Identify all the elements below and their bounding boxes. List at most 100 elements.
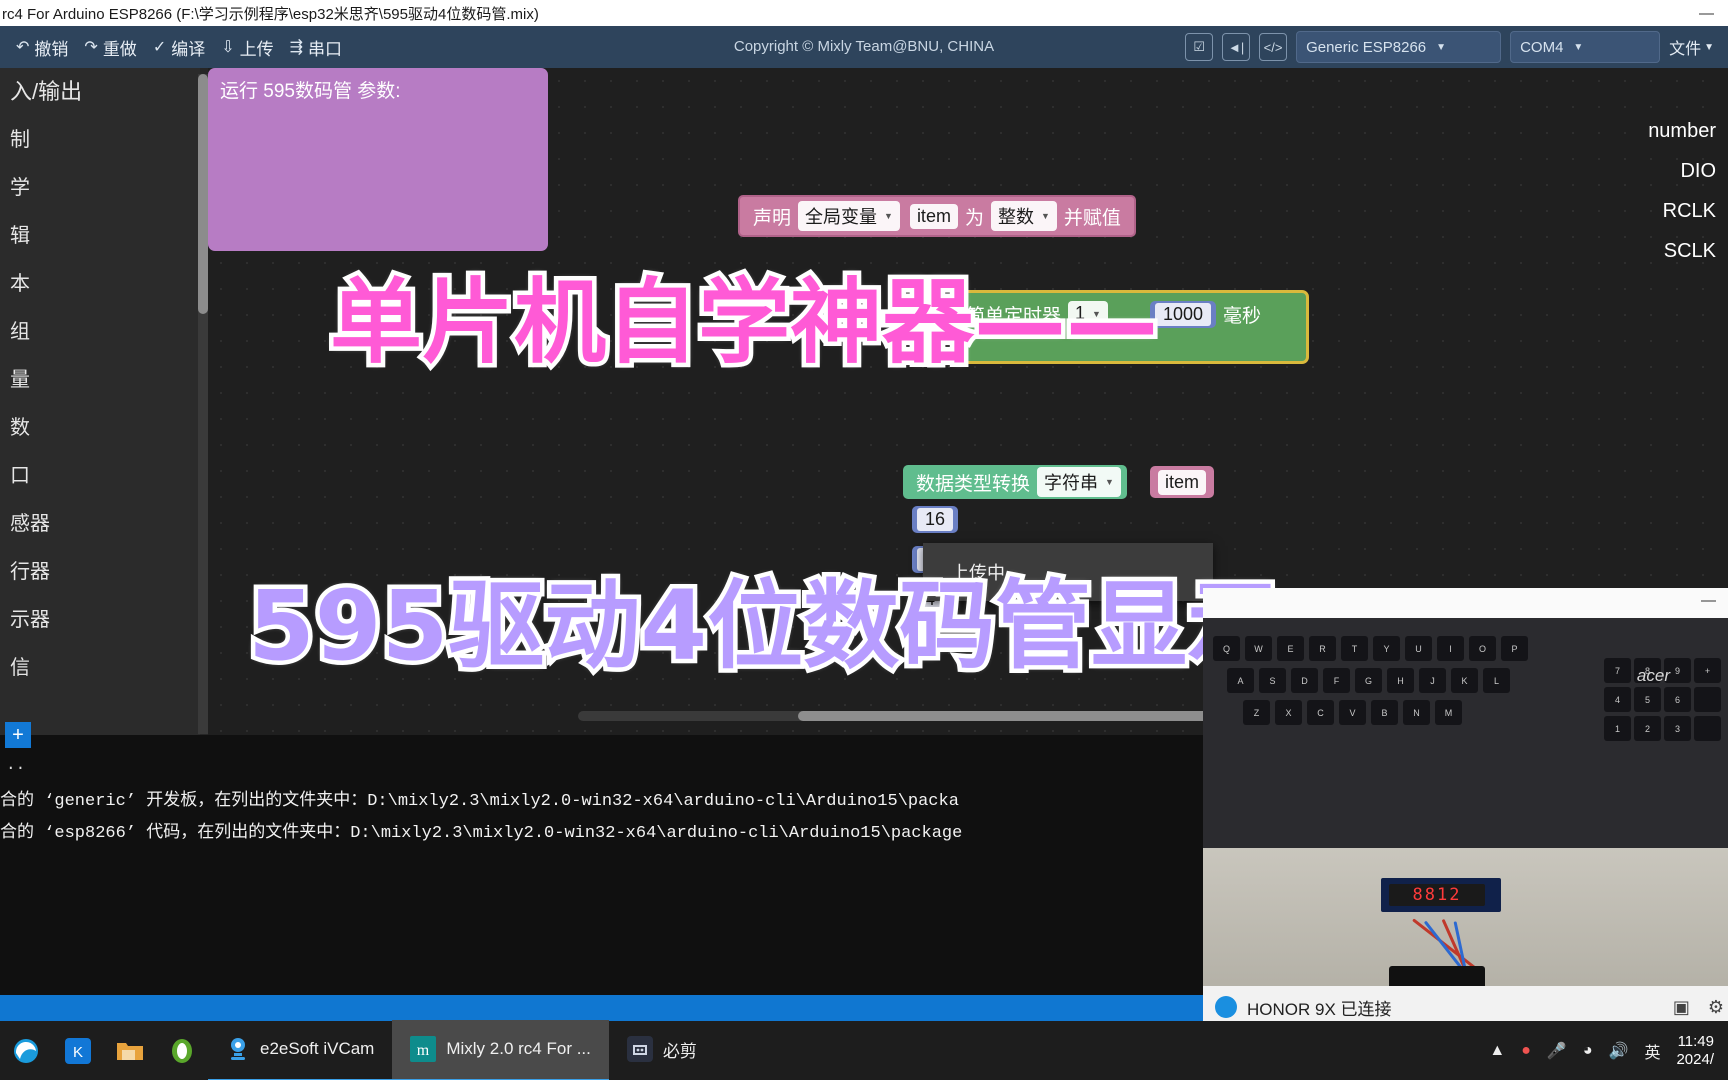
sidebar-item-serial[interactable]: 口 — [0, 452, 200, 500]
timer-index-dropdown[interactable]: 1 ▼ — [1068, 301, 1108, 326]
board-select[interactable]: Generic ESP8266 ▼ — [1296, 31, 1502, 63]
camera-icon — [231, 1038, 245, 1060]
keyboard-key: 7 — [1604, 658, 1631, 683]
sidebar-item-variable[interactable]: 量 — [0, 356, 200, 404]
console-line: 合的 ‘esp8266’ 代码，在列出的文件夹中：D:\mixly2.3\mix… — [0, 824, 963, 843]
declare-type-dropdown[interactable]: 整数 ▼ — [990, 201, 1057, 231]
declare-scope-dropdown[interactable]: 全局变量 ▼ — [798, 201, 900, 231]
undo-button[interactable]: ↶ 撤销 — [16, 35, 68, 60]
window-controls[interactable]: — — [1699, 6, 1728, 21]
window-title: rc4 For Arduino ESP8266 (F:\学习示例程序\esp32… — [2, 5, 539, 23]
keyboard-key — [1694, 716, 1721, 741]
chevron-down-icon: ▼ — [1573, 41, 1584, 53]
code-brackets-icon[interactable]: </> — [1259, 33, 1288, 61]
port-select[interactable]: COM4 ▼ — [1510, 31, 1661, 63]
upload-icon: ⇩ — [221, 39, 235, 56]
sidebar-item-sensor[interactable]: 感器 — [0, 500, 200, 548]
pip-minimize-button[interactable]: — — [1701, 592, 1716, 609]
edge-icon[interactable] — [0, 1021, 52, 1080]
taskbar-app-bijian[interactable]: 必剪 — [609, 1020, 715, 1080]
sidebar-scrollbar-thumb[interactable] — [198, 74, 208, 314]
block-declare-variable[interactable]: 声明 全局变量 ▼ item 为 整数 ▼ 并赋值 — [738, 195, 1136, 237]
block-type-convert[interactable]: 数据类型转换 字符串 ▼ — [903, 465, 1127, 499]
run595-dio-number[interactable]: 16 — [912, 506, 959, 533]
console-dots: .. — [6, 756, 26, 774]
sidebar-item-function[interactable]: 数 — [0, 404, 200, 452]
keyboard-key: 1 — [1604, 716, 1631, 741]
mixly-icon: m — [410, 1036, 437, 1062]
wifi-icon[interactable]: ◕ — [1583, 1042, 1593, 1060]
timer-interval-number[interactable]: 1000 — [1149, 301, 1216, 328]
add-tab-button[interactable]: + — [5, 722, 31, 748]
sidebar-toggle-icon[interactable]: ◄| — [1222, 33, 1251, 61]
main-toolbar: Copyright © Mixly Team@BNU, CHINA ↶ 撤销 ↷… — [0, 26, 1728, 68]
keyboard-key: + — [1694, 658, 1721, 683]
chevron-down-icon: ▼ — [1704, 41, 1714, 53]
run595-title: 运行 595数码管 参数: — [220, 81, 401, 102]
sidebar-item-communication[interactable]: 信 — [0, 644, 200, 692]
panel-bottom-icon[interactable]: ☑ — [1185, 33, 1214, 61]
upload-label: 上传 — [239, 39, 274, 59]
declare-as-label: 为 — [964, 207, 984, 229]
compile-button[interactable]: ✓ 编译 — [153, 35, 205, 60]
declare-variable-name[interactable]: item — [909, 203, 958, 229]
sidebar-item-text[interactable]: 本 — [0, 260, 200, 308]
run595-param-sclk: SCLK — [1663, 240, 1716, 262]
taskbar-app-ivcam[interactable]: e2eSoft iVCam — [208, 1020, 393, 1080]
camera-icon[interactable]: ▣ — [1673, 997, 1690, 1018]
declare-keyword: 声明 — [753, 207, 792, 229]
keyboard-key: C — [1307, 700, 1334, 725]
ime-icon[interactable]: 英 — [1644, 1039, 1660, 1063]
upload-button[interactable]: ⇩ 上传 — [221, 35, 273, 60]
keyboard-key — [1694, 687, 1721, 712]
serial-button[interactable]: ⇶ 串口 — [290, 35, 342, 60]
sidebar-scrollbar[interactable] — [198, 74, 208, 734]
volume-icon[interactable]: 🔊 — [1609, 1041, 1629, 1061]
webcam-pip-window[interactable]: — Q W E R T Y U I O P A S D F G H J K L … — [1203, 588, 1728, 1028]
taskbar-app-label: Mixly 2.0 rc4 For ... — [446, 1039, 591, 1058]
run595-dio-value: 16 — [917, 508, 954, 531]
chevron-up-icon[interactable]: ▲ — [1489, 1042, 1505, 1060]
convert-type-dropdown[interactable]: 字符串 ▼ — [1037, 467, 1121, 497]
chevron-down-icon: ▼ — [1436, 41, 1447, 53]
declare-variable-name-value: item — [916, 205, 951, 226]
keyboard-key: I — [1437, 636, 1464, 661]
timer-label: 简单定时器 — [966, 306, 1062, 327]
record-dot-icon[interactable]: ● — [1521, 1042, 1531, 1060]
item-variable-field[interactable]: item — [1158, 469, 1207, 495]
chevron-down-icon: ▼ — [1092, 308, 1101, 319]
keyboard-key: S — [1259, 668, 1286, 693]
taskbar-clock[interactable]: 11:49 2024/ — [1676, 1033, 1714, 1068]
sidebar-item-math[interactable]: 学 — [0, 164, 200, 212]
browser-icon[interactable] — [156, 1021, 208, 1080]
sidebar-item-array[interactable]: 组 — [0, 308, 200, 356]
pip-actions[interactable]: ▣ ⚙ — [1673, 997, 1728, 1018]
sidebar-item-actuator[interactable]: 行器 — [0, 548, 200, 596]
toolbar-right-group: ☑ ◄| </> Generic ESP8266 ▼ COM4 ▼ 文件 ▼ — [1185, 31, 1728, 63]
block-variable-item[interactable]: item — [1150, 466, 1215, 498]
redo-button[interactable]: ↷ 重做 — [84, 35, 136, 60]
settings-icon[interactable]: ⚙ — [1708, 997, 1724, 1018]
keyboard-key: 5 — [1634, 687, 1661, 712]
upload-progress-dialog: 上传中... — [923, 543, 1213, 601]
sidebar-item-control[interactable]: 制 — [0, 116, 200, 164]
timer-unit-label: 毫秒 — [1223, 306, 1262, 327]
sidebar-item-logic[interactable]: 辑 — [0, 212, 200, 260]
taskbar-app-mixly[interactable]: m Mixly 2.0 rc4 For ... — [392, 1019, 609, 1080]
block-run-595[interactable]: 运行 595数码管 参数: number DIO RCLK SCLK — [208, 68, 1716, 262]
windows-taskbar: K e2eSoft iVCam m Mixly 2.0 rc4 For ... … — [0, 1019, 1728, 1080]
sidebar-item-io[interactable]: 入/输出 — [0, 68, 200, 116]
system-tray: ▲ ● 🎤 ◕ 🔊 英 11:49 2024/ — [1489, 1033, 1728, 1068]
keyboard-key: F — [1323, 668, 1350, 693]
minimize-button[interactable]: — — [1699, 6, 1714, 21]
sidebar-item-display[interactable]: 示器 — [0, 596, 200, 644]
microphone-icon[interactable]: 🎤 — [1547, 1041, 1567, 1061]
kingsoft-icon[interactable]: K — [52, 1021, 104, 1080]
upload-progress-text: 上传中... — [951, 563, 1021, 583]
keyboard-key: K — [1451, 668, 1478, 693]
file-menu[interactable]: 文件 ▼ — [1669, 35, 1720, 59]
block-simple-timer[interactable]: 简单定时器 1 ▼ 1000 毫秒 — [953, 290, 1309, 364]
declare-assign-label: 并赋值 — [1063, 207, 1121, 229]
folder-icon[interactable] — [104, 1021, 156, 1080]
undo-icon: ↶ — [16, 39, 30, 56]
